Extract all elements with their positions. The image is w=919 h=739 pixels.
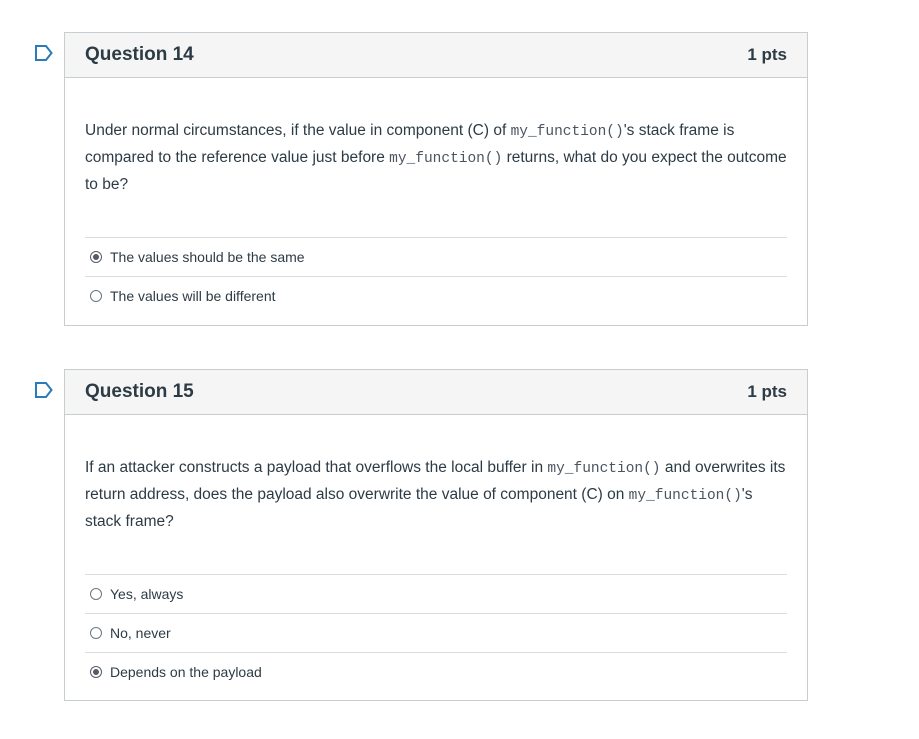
question-14: Question 14 1 pts Under normal circumsta… bbox=[64, 32, 808, 326]
answer-label: No, never bbox=[110, 625, 171, 641]
question-points: 1 pts bbox=[747, 45, 787, 64]
answer-list: The values should be the same The values… bbox=[85, 237, 787, 334]
answer-label: The values will be different bbox=[110, 288, 276, 304]
question-header: Question 14 1 pts bbox=[65, 33, 807, 78]
flag-question-14-icon[interactable] bbox=[35, 45, 53, 61]
answer-option[interactable]: No, never bbox=[85, 613, 787, 652]
question-title: Question 15 bbox=[85, 381, 194, 402]
question-header: Question 15 1 pts bbox=[65, 370, 807, 415]
question-title: Question 14 bbox=[85, 44, 194, 65]
answer-list: Yes, always No, never Depends on the pay… bbox=[85, 574, 787, 710]
answer-option[interactable]: Yes, always bbox=[85, 574, 787, 613]
radio-selected-icon[interactable] bbox=[90, 666, 102, 678]
text-segment: Under normal circumstances, if the value… bbox=[85, 122, 511, 139]
answer-label: The values should be the same bbox=[110, 249, 305, 265]
code-segment: my_function() bbox=[628, 488, 742, 504]
code-segment: my_function() bbox=[510, 124, 624, 140]
question-text: If an attacker constructs a payload that… bbox=[85, 455, 787, 534]
code-segment: my_function() bbox=[547, 461, 661, 477]
question-text: Under normal circumstances, if the value… bbox=[85, 118, 787, 197]
answer-label: Yes, always bbox=[110, 586, 184, 602]
question-body: If an attacker constructs a payload that… bbox=[65, 415, 807, 710]
radio-unselected-icon[interactable] bbox=[90, 290, 102, 302]
code-segment: my_function() bbox=[389, 151, 503, 167]
question-points: 1 pts bbox=[747, 382, 787, 401]
answer-option[interactable]: The values should be the same bbox=[85, 237, 787, 276]
answer-option[interactable]: The values will be different bbox=[85, 276, 787, 315]
answer-option[interactable]: Depends on the payload bbox=[85, 652, 787, 691]
question-15: Question 15 1 pts If an attacker constru… bbox=[64, 369, 808, 701]
text-segment: If an attacker constructs a payload that… bbox=[85, 459, 548, 476]
radio-unselected-icon[interactable] bbox=[90, 588, 102, 600]
radio-selected-icon[interactable] bbox=[90, 251, 102, 263]
radio-unselected-icon[interactable] bbox=[90, 627, 102, 639]
question-body: Under normal circumstances, if the value… bbox=[65, 78, 807, 334]
flag-question-15-icon[interactable] bbox=[35, 382, 53, 398]
answer-label: Depends on the payload bbox=[110, 664, 262, 680]
